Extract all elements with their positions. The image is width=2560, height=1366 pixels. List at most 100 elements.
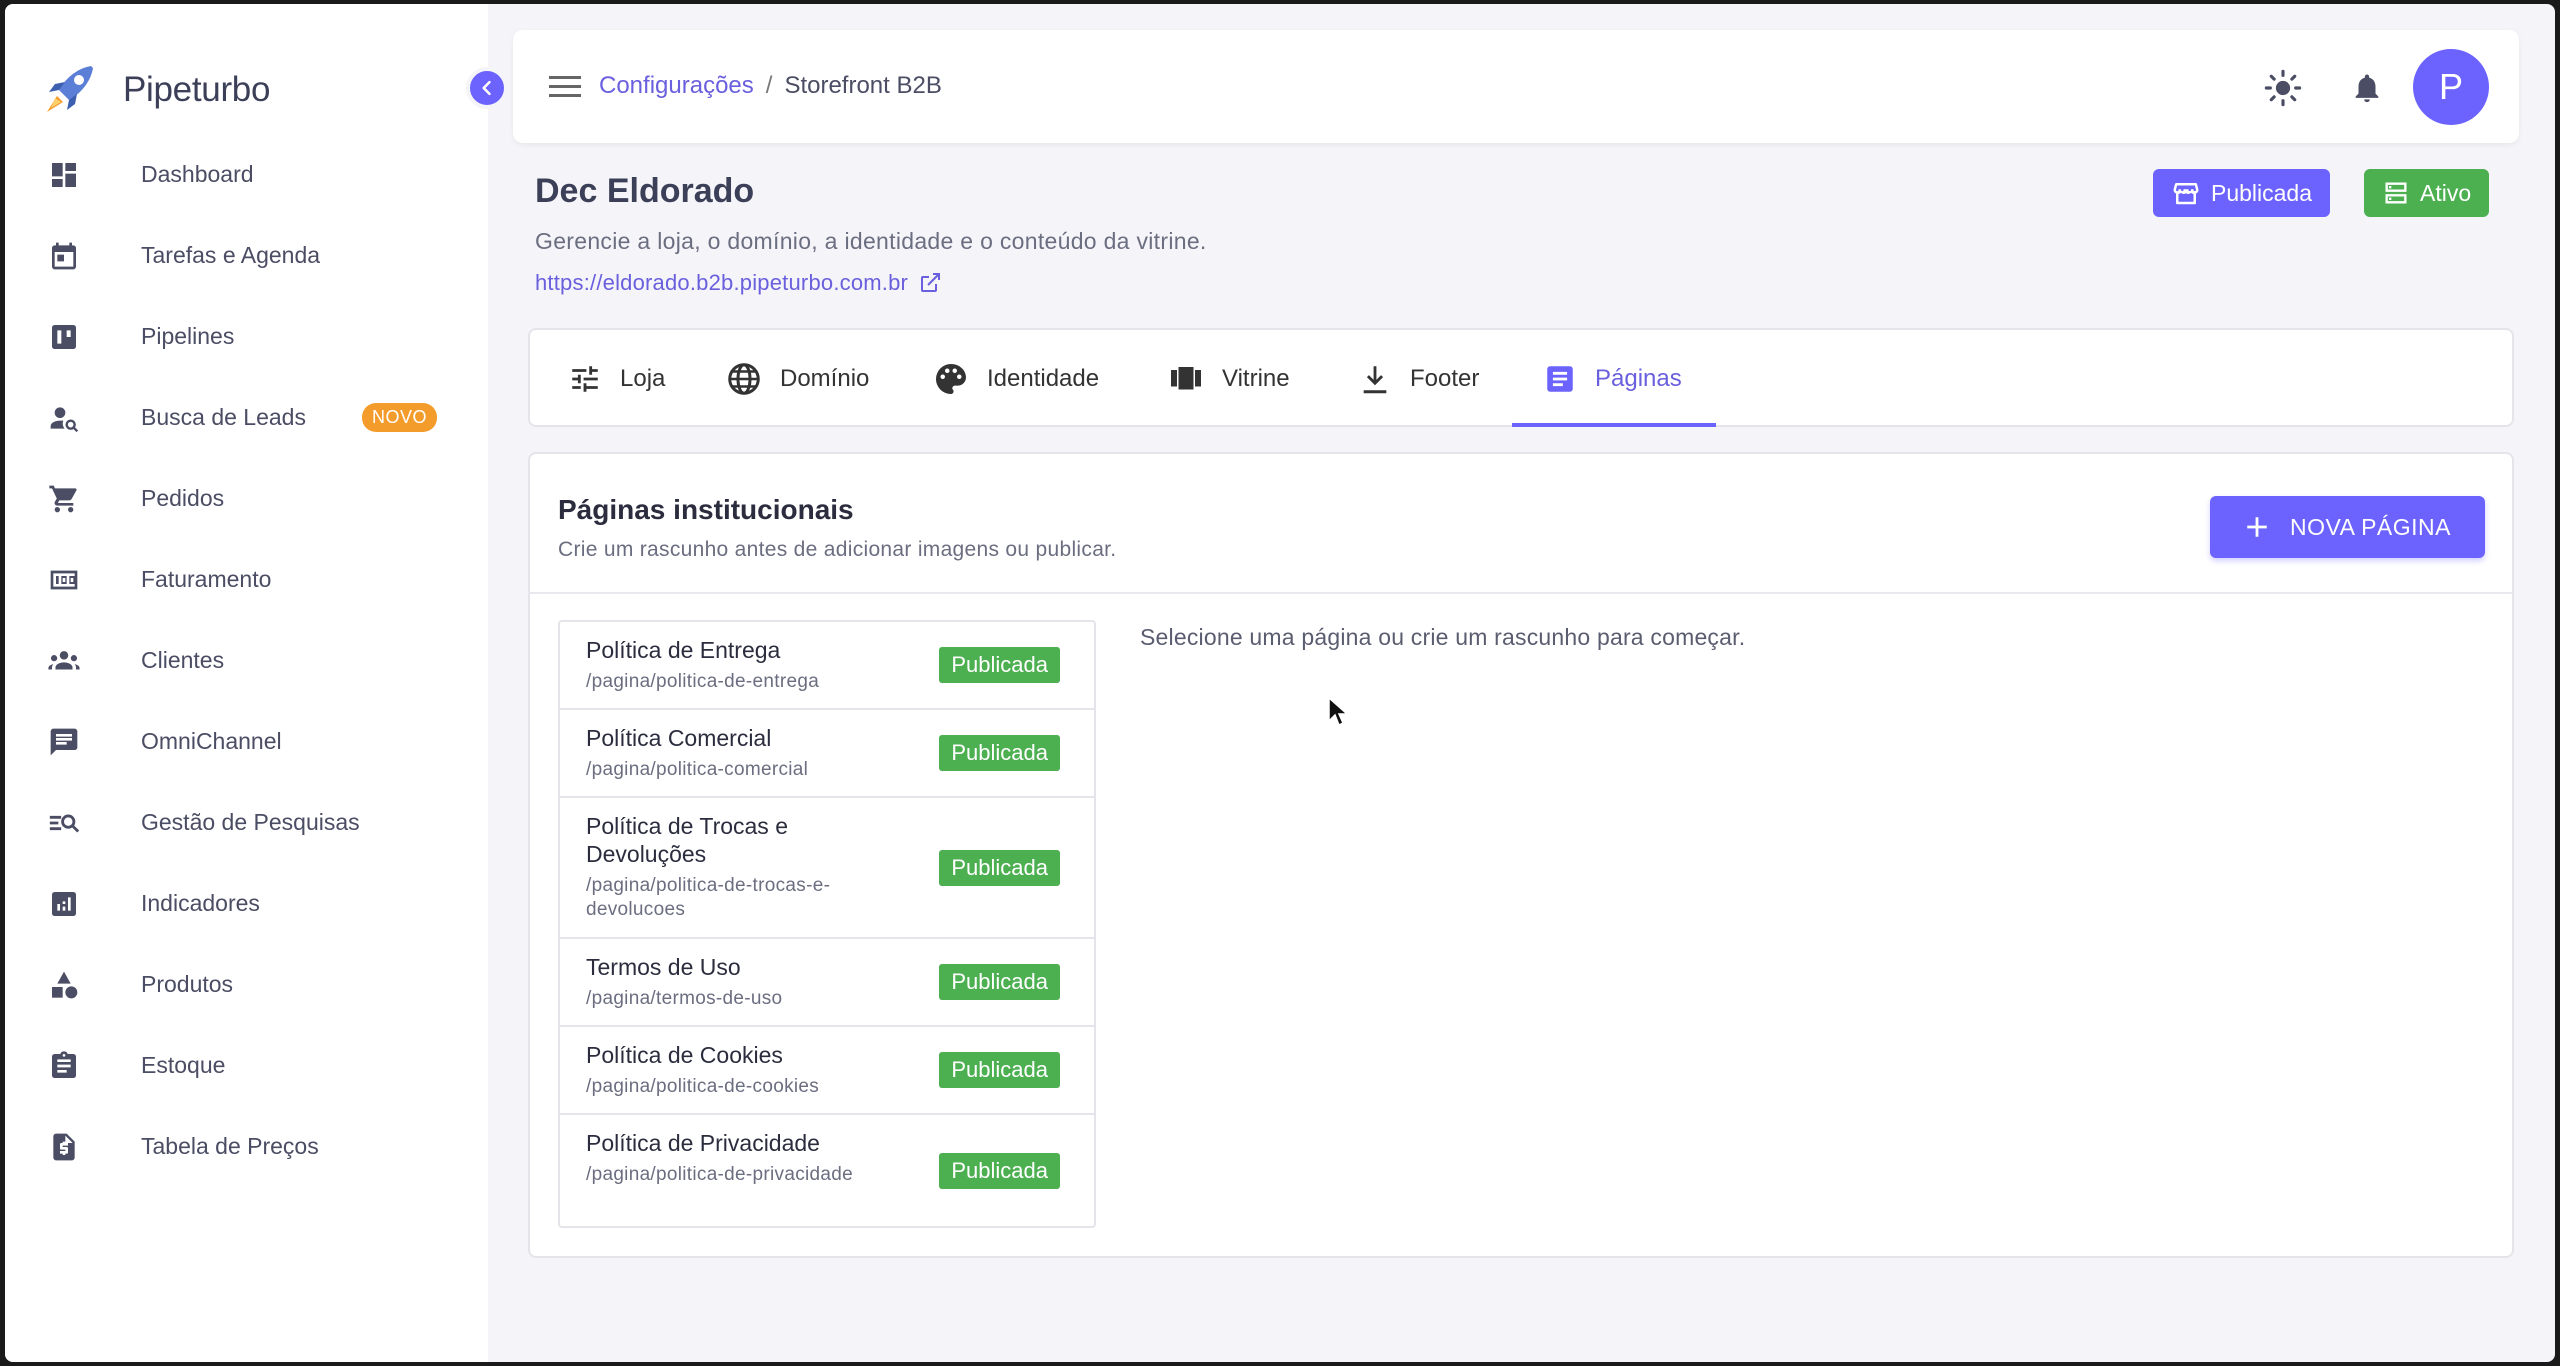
page-title: Dec Eldorado [535, 172, 755, 210]
page-subtitle: Gerencie a loja, o domínio, a identidade… [535, 228, 1207, 254]
plus-icon [2247, 517, 2267, 537]
storefront-icon [2173, 182, 2199, 205]
mouse-cursor-icon [1328, 697, 1348, 727]
pages-card-title: Páginas institucionais [558, 494, 854, 525]
invoice-icon [45, 561, 83, 599]
brand[interactable]: Pipeturbo [41, 62, 270, 118]
store-url-link[interactable]: https://eldorado.b2b.pipeturbo.com.br [535, 270, 942, 296]
brand-name: Pipeturbo [123, 70, 271, 109]
sidebar-item-omnichannel[interactable]: OmniChannel [5, 701, 488, 782]
sidebar-item-label: Produtos [141, 971, 234, 997]
page-title-text: Política de Entrega [586, 637, 781, 663]
sidebar-item-label: Gestão de Pesquisas [141, 809, 360, 835]
page-list-item[interactable]: Política Comercial /pagina/politica-come… [560, 710, 1094, 798]
notifications-bell-icon[interactable] [2347, 68, 2387, 108]
active-tab-indicator [1512, 423, 1716, 427]
price-doc-icon [45, 1128, 83, 1166]
sidebar-item-label: Tabela de Preços [141, 1133, 319, 1159]
page-title-text: Política de Trocas e Devoluções [586, 813, 788, 867]
pages-card: Páginas institucionais Crie um rascunho … [528, 452, 2514, 1258]
sidebar-item-label: Pedidos [141, 485, 225, 511]
tab-label: Loja [620, 364, 666, 392]
sidebar-item-dashboard[interactable]: Dashboard [5, 134, 488, 215]
pages-card-subtitle: Crie um rascunho antes de adicionar imag… [558, 538, 1117, 561]
status-badge: Publicada [939, 964, 1060, 1000]
empty-selection-message: Selecione uma página ou crie um rascunho… [1140, 624, 1746, 650]
published-status-label: Publicada [2211, 179, 2313, 206]
sidebar-nav: Dashboard Tarefas e Agenda Pipelines Bus… [5, 134, 488, 1187]
tab-footer[interactable]: Footer [1358, 330, 1479, 427]
tab-vitrine[interactable]: Vitrine [1168, 330, 1290, 427]
sidebar-item-pipelines[interactable]: Pipelines [5, 296, 488, 377]
active-status-label: Ativo [2420, 179, 2472, 206]
palette-icon [936, 363, 966, 394]
page-slug-text: /pagina/politica-de-entrega [586, 671, 820, 692]
sidebar-item-tabela-precos[interactable]: Tabela de Preços [5, 1106, 488, 1187]
tab-paginas[interactable]: Páginas [1543, 330, 1682, 427]
page-list-item[interactable]: Política de Privacidade /pagina/politica… [560, 1115, 1094, 1226]
breadcrumb-separator: / [765, 72, 773, 99]
menu-icon[interactable] [549, 73, 581, 106]
status-badge: Publicada [939, 647, 1060, 683]
published-status-button[interactable]: Publicada [2153, 169, 2331, 217]
page-list-item[interactable]: Política de Cookies /pagina/politica-de-… [560, 1027, 1094, 1115]
sidebar-item-label: Busca de Leads [141, 404, 306, 430]
sidebar-item-pedidos[interactable]: Pedidos [5, 458, 488, 539]
cart-icon [45, 480, 83, 518]
breadcrumb: Configurações / Storefront B2B [599, 72, 942, 100]
sidebar-item-pesquisas[interactable]: Gestão de Pesquisas [5, 782, 488, 863]
sidebar-item-faturamento[interactable]: Faturamento [5, 539, 488, 620]
external-link-icon [921, 273, 941, 292]
new-badge: NOVO [362, 403, 438, 432]
analytics-icon [45, 885, 83, 923]
page-title-text: Termos de Uso [586, 954, 741, 980]
sidebar-item-tarefas[interactable]: Tarefas e Agenda [5, 215, 488, 296]
tab-label: Footer [1410, 364, 1480, 392]
sidebar-item-label: Faturamento [141, 566, 272, 592]
sidebar-item-label: Tarefas e Agenda [141, 242, 321, 268]
category-icon [45, 966, 83, 1004]
status-badge: Publicada [939, 1052, 1060, 1088]
tab-dominio[interactable]: Domínio [726, 330, 869, 427]
page-list-item[interactable]: Termos de Uso /pagina/termos-de-uso Publ… [560, 939, 1094, 1027]
tab-label: Vitrine [1222, 364, 1290, 392]
dashboard-icon [45, 156, 83, 194]
clipboard-icon [45, 1047, 83, 1085]
tune-sliders-icon [572, 365, 598, 392]
app-screen: Pipeturbo Dashboard Tarefas e Agenda Pip… [5, 4, 2555, 1362]
page-slug-text: /pagina/politica-de-trocas-e-devolucoes [586, 875, 831, 920]
tab-loja[interactable]: Loja [568, 330, 665, 427]
tab-identidade[interactable]: Identidade [933, 330, 1099, 427]
survey-icon [45, 804, 83, 842]
chat-icon [45, 723, 83, 761]
user-avatar[interactable]: P [2413, 49, 2489, 125]
chevron-left-icon [482, 80, 491, 96]
article-icon [1547, 365, 1573, 392]
new-page-label: NOVA PÁGINA [2289, 513, 2451, 540]
page-slug-text: /pagina/termos-de-uso [586, 988, 783, 1009]
sidebar-item-clientes[interactable]: Clientes [5, 620, 488, 701]
settings-tabs: Loja Domínio Identidade Vitrine Footer P… [528, 328, 2514, 427]
sidebar-item-indicadores[interactable]: Indicadores [5, 863, 488, 944]
download-arrow-icon [1363, 365, 1387, 393]
page-list-item[interactable]: Política de Trocas e Devoluções /pagina/… [560, 798, 1094, 939]
view-carousel-icon [1171, 366, 1201, 389]
globe-icon [728, 362, 760, 395]
active-status-button[interactable]: Ativo [2364, 169, 2490, 217]
page-list-item[interactable]: Política de Entrega /pagina/politica-de-… [560, 622, 1094, 710]
sidebar-item-label: Estoque [141, 1052, 226, 1078]
sidebar-item-label: Dashboard [141, 161, 254, 187]
sidebar-item-produtos[interactable]: Produtos [5, 944, 488, 1025]
rocket-logo-icon [47, 66, 93, 112]
status-badge: Publicada [939, 1152, 1060, 1189]
sidebar-item-estoque[interactable]: Estoque [5, 1025, 488, 1106]
new-page-button[interactable]: NOVA PÁGINA [2210, 496, 2485, 558]
breadcrumb-link-configuracoes[interactable]: Configurações [599, 72, 754, 100]
sidebar-item-busca-leads[interactable]: Busca de Leads NOVO [5, 377, 488, 458]
group-icon [45, 642, 83, 680]
theme-toggle-sun-icon[interactable] [2263, 68, 2303, 108]
tab-label: Páginas [1595, 364, 1682, 392]
collapse-sidebar-button[interactable] [466, 67, 508, 109]
page-title-text: Política de Cookies [586, 1042, 783, 1068]
page-slug-text: /pagina/politica-de-privacidade [586, 1164, 854, 1185]
